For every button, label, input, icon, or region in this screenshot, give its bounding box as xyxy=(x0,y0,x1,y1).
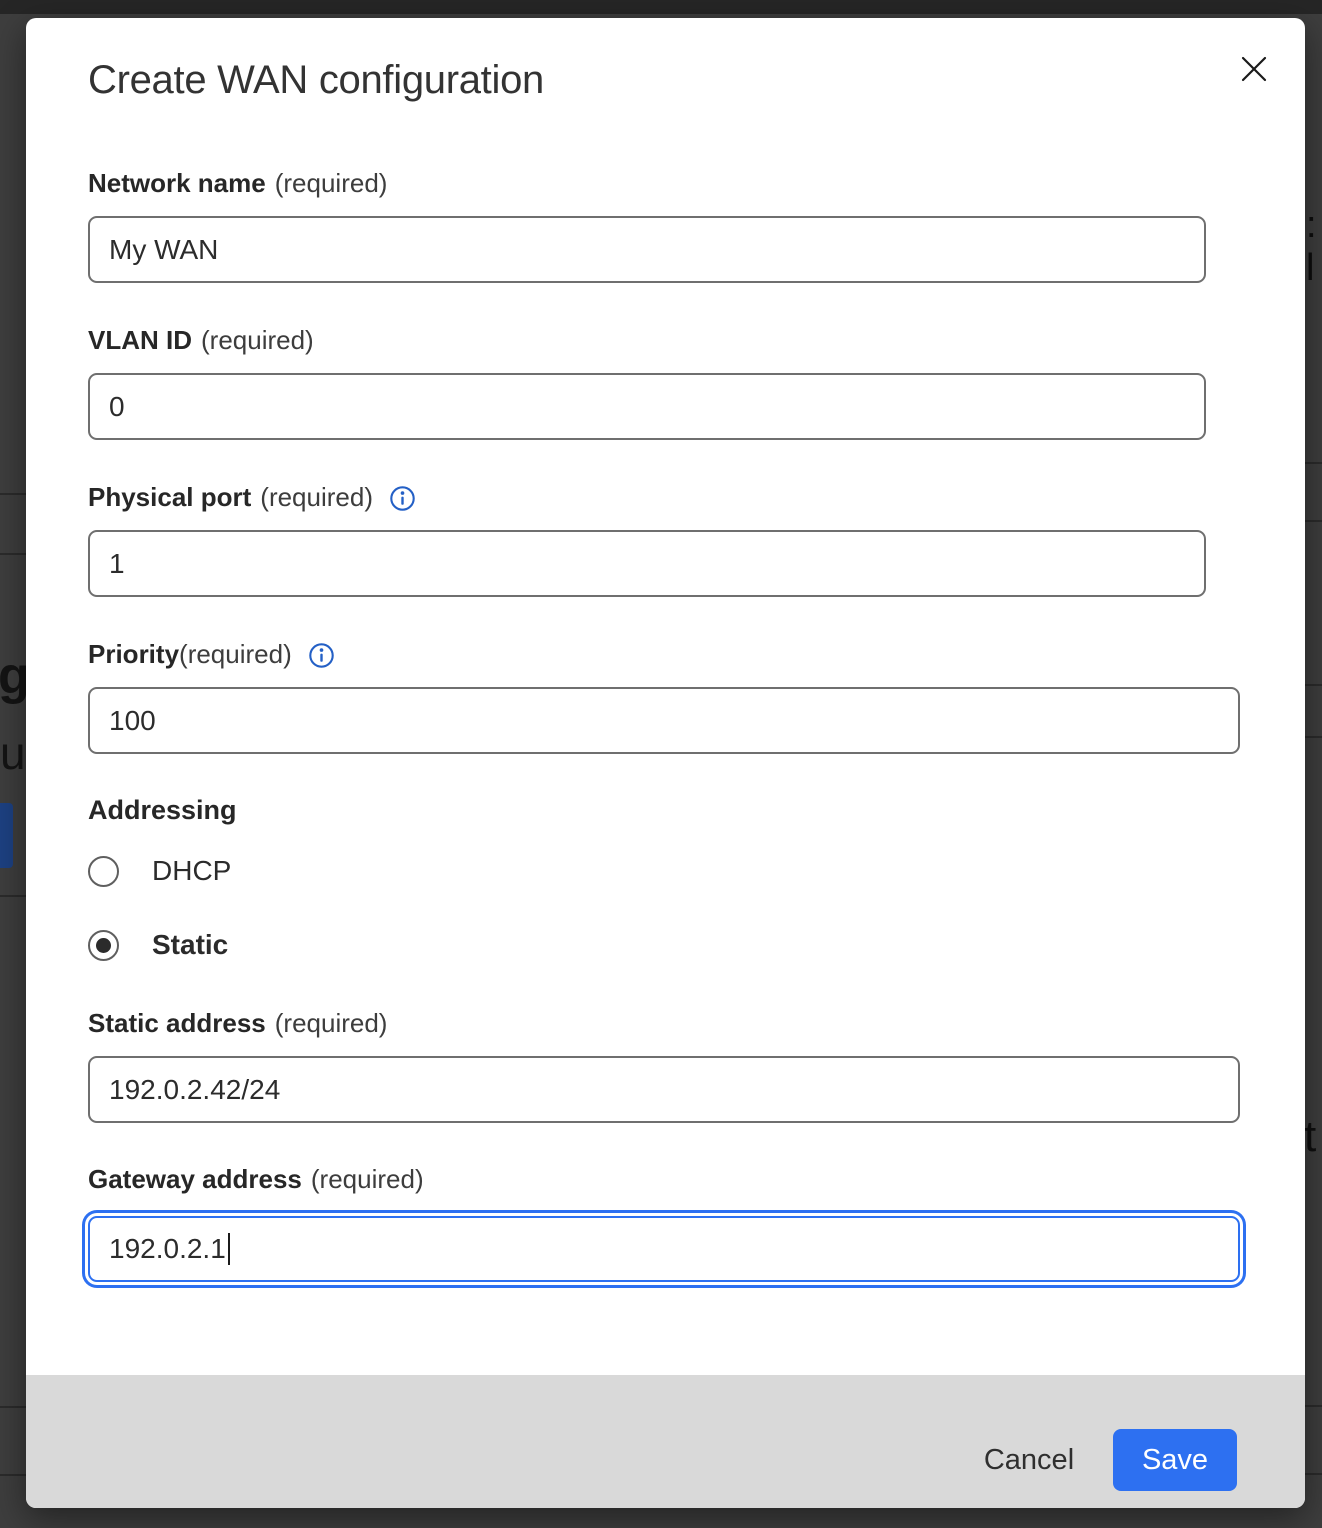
background-row-divider xyxy=(1305,736,1322,738)
background-row-divider xyxy=(0,553,26,555)
background-row-divider xyxy=(0,1474,26,1476)
physical-port-label: Physical port (required) xyxy=(88,482,416,513)
radio-icon[interactable] xyxy=(88,856,119,887)
priority-input[interactable] xyxy=(88,687,1240,754)
static-address-label: Static address (required) xyxy=(88,1008,387,1039)
background-row-divider xyxy=(0,1406,26,1408)
background-row-divider xyxy=(0,895,26,897)
label-text: VLAN ID xyxy=(88,325,192,356)
gateway-address-label: Gateway address (required) xyxy=(88,1164,424,1195)
close-button[interactable] xyxy=(1229,44,1279,94)
create-wan-configuration-dialog: Create WAN configuration Network name (r… xyxy=(26,18,1305,1508)
info-icon[interactable] xyxy=(389,485,416,512)
background-row-divider xyxy=(1305,520,1322,522)
radio-icon[interactable] xyxy=(88,930,119,961)
required-hint: (required) xyxy=(201,325,314,356)
save-button[interactable]: Save xyxy=(1113,1429,1237,1491)
addressing-option-dhcp[interactable]: DHCP xyxy=(88,855,231,887)
background-row-divider xyxy=(0,493,26,495)
cancel-button[interactable]: Cancel xyxy=(964,1429,1094,1491)
text-caret xyxy=(228,1233,230,1265)
background-text-fragment: t xyxy=(1304,1112,1316,1162)
required-hint: (required) xyxy=(179,639,292,670)
required-hint: (required) xyxy=(275,1008,388,1039)
network-name-input[interactable] xyxy=(88,216,1206,283)
gateway-address-input[interactable]: 192.0.2.1 xyxy=(88,1216,1240,1282)
gateway-address-value: 192.0.2.1 xyxy=(109,1233,226,1265)
priority-label: Priority (required) xyxy=(88,639,335,670)
info-icon[interactable] xyxy=(308,642,335,669)
vlan-id-label: VLAN ID (required) xyxy=(88,325,314,356)
background-row-divider xyxy=(1305,1473,1322,1475)
label-text: Static address xyxy=(88,1008,266,1039)
label-text: Priority xyxy=(88,639,179,670)
static-address-input[interactable] xyxy=(88,1056,1240,1123)
network-name-label: Network name (required) xyxy=(88,168,387,199)
dialog-title: Create WAN configuration xyxy=(88,58,544,103)
label-text: Physical port xyxy=(88,482,251,513)
background-row-divider xyxy=(1305,684,1322,686)
addressing-heading: Addressing xyxy=(88,795,237,826)
radio-label: Static xyxy=(152,929,228,961)
close-icon xyxy=(1239,54,1269,84)
background-row-divider xyxy=(1305,1405,1322,1407)
required-hint: (required) xyxy=(260,482,373,513)
background-text-fragment: : l xyxy=(1306,204,1322,290)
modal-footer: Cancel Save xyxy=(26,1375,1305,1508)
background-button-fragment xyxy=(0,803,13,868)
required-hint: (required) xyxy=(311,1164,424,1195)
label-text: Gateway address xyxy=(88,1164,302,1195)
background-text-fragment: u xyxy=(0,726,26,780)
vlan-id-input[interactable] xyxy=(88,373,1206,440)
radio-label: DHCP xyxy=(152,855,231,887)
addressing-option-static[interactable]: Static xyxy=(88,929,228,961)
label-text: Network name xyxy=(88,168,266,199)
physical-port-input[interactable] xyxy=(88,530,1206,597)
required-hint: (required) xyxy=(275,168,388,199)
background-top-band xyxy=(0,0,1322,14)
background-row-divider xyxy=(1305,462,1322,464)
